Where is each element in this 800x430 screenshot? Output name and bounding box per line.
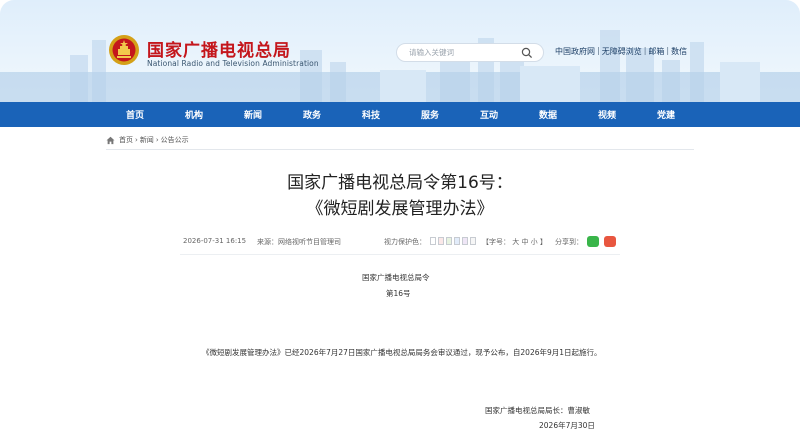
color-swatch-green[interactable] xyxy=(446,237,452,245)
link-accessibility[interactable]: 无障碍浏览 xyxy=(602,46,642,57)
color-swatch-purple[interactable] xyxy=(462,237,468,245)
article-datetime: 2026-07-31 16:15 xyxy=(183,237,247,245)
breadcrumb: 首页 › 新闻 › 公告公示 xyxy=(106,135,189,145)
nav-item-services[interactable]: 服务 xyxy=(421,108,439,121)
order-number: 第16号 xyxy=(386,289,411,298)
search-input[interactable] xyxy=(409,46,509,59)
article-body-paragraph: 《微短剧发展管理办法》已经2026年7月27日国家广播电视总局局务会审议通过，现… xyxy=(202,348,602,357)
nav-item-affairs[interactable]: 政务 xyxy=(303,108,321,121)
breadcrumb-announcements[interactable]: 公告公示 xyxy=(161,135,189,145)
article-title-line2: 《微短剧发展管理办法》 xyxy=(306,199,494,219)
article-source: 来源：网络视听节目管理司 xyxy=(257,238,341,246)
color-swatch-gray[interactable] xyxy=(470,237,476,245)
signing-date: 2026年7月30日 xyxy=(539,421,595,430)
nav-item-data[interactable]: 数据 xyxy=(539,108,557,121)
main-nav: 首页 机构 新闻 政务 科技 服务 互动 数据 视频 党建 xyxy=(0,102,800,127)
nav-item-technology[interactable]: 科技 xyxy=(362,108,380,121)
breadcrumb-separator: › xyxy=(135,136,138,144)
share-label: 分享到： xyxy=(555,238,583,246)
breadcrumb-divider xyxy=(106,149,694,150)
home-icon xyxy=(106,136,115,144)
link-email[interactable]: 邮箱 xyxy=(648,46,664,57)
link-wechat[interactable]: 数信 xyxy=(671,46,687,57)
link-separator: | xyxy=(643,46,647,55)
breadcrumb-separator: › xyxy=(155,136,159,144)
signature-line: 国家广播电视总局局长：曹淑敏 xyxy=(485,406,590,415)
nav-item-organization[interactable]: 机构 xyxy=(185,108,203,121)
font-size-control[interactable]: 【字号： 大 中 小 】 xyxy=(482,237,547,247)
link-separator: | xyxy=(666,46,670,55)
breadcrumb-news[interactable]: 新闻 xyxy=(140,135,154,145)
search-icon[interactable] xyxy=(521,47,533,59)
link-gov[interactable]: 中国政府网 xyxy=(555,46,595,57)
weibo-share-icon[interactable] xyxy=(604,236,616,247)
nav-item-news[interactable]: 新闻 xyxy=(244,108,262,121)
header-banner: 国家广播电视总局 National Radio and Television A… xyxy=(0,0,800,102)
site-subtitle: National Radio and Television Administra… xyxy=(147,59,319,68)
nav-item-party[interactable]: 党建 xyxy=(657,108,675,121)
article-title-line1: 国家广播电视总局令第16号： xyxy=(287,173,513,193)
color-swatch-pink[interactable] xyxy=(438,237,444,245)
page-frame: 国家广播电视总局 National Radio and Television A… xyxy=(0,0,800,430)
national-emblem-icon xyxy=(109,35,139,65)
color-swatch-white[interactable] xyxy=(430,237,436,245)
wechat-share-icon[interactable] xyxy=(587,236,599,247)
meta-divider xyxy=(180,254,620,255)
breadcrumb-home[interactable]: 首页 xyxy=(119,135,133,145)
color-swatch-blue[interactable] xyxy=(454,237,460,245)
nav-item-video[interactable]: 视频 xyxy=(598,108,616,121)
nav-item-interaction[interactable]: 互动 xyxy=(480,108,498,121)
link-separator: | xyxy=(597,46,600,55)
top-links: 中国政府网 | 无障碍浏览 | 邮箱 | 数信 xyxy=(555,46,687,57)
site-title[interactable]: 国家广播电视总局 xyxy=(147,36,291,61)
nav-item-home[interactable]: 首页 xyxy=(126,108,144,121)
color-protection-label: 视力保护色： xyxy=(384,238,426,246)
order-title: 国家广播电视总局令 xyxy=(362,273,430,282)
search-box xyxy=(396,43,544,62)
